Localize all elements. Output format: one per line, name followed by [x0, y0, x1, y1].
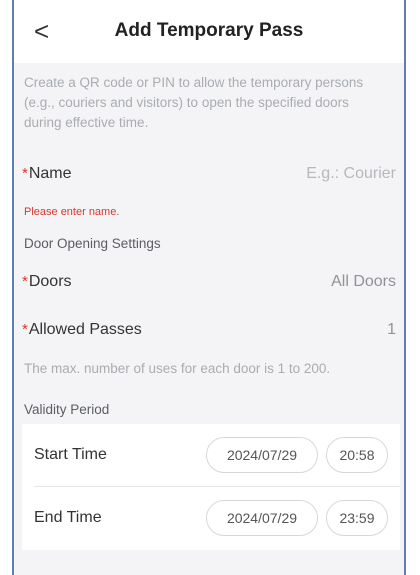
start-time-label: Start Time	[34, 446, 107, 463]
description-text: Create a QR code or PIN to allow the tem…	[24, 75, 364, 130]
allowed-passes-label-group: *Allowed Passes	[22, 321, 142, 339]
app-screen: < Add Temporary Pass Create a QR code or…	[12, 0, 406, 575]
allowed-passes-hint: The max. number of uses for each door is…	[24, 361, 331, 376]
allowed-passes-value[interactable]: 1	[387, 321, 396, 339]
validity-heading: Validity Period	[24, 402, 110, 417]
end-time-label: End Time	[34, 509, 102, 526]
required-mark: *	[22, 165, 28, 182]
end-time-pickers: 2024/07/29 23:59	[206, 500, 388, 536]
allowed-passes-row[interactable]: *Allowed Passes 1	[14, 306, 404, 354]
required-mark: *	[22, 321, 28, 338]
doors-label: Doors	[28, 273, 72, 290]
name-label-group: *Name	[22, 165, 72, 183]
header-bar: < Add Temporary Pass	[14, 0, 404, 63]
allowed-passes-label: Allowed Passes	[28, 321, 142, 338]
name-error-text: Please enter name.	[24, 206, 120, 218]
doors-value[interactable]: All Doors	[331, 273, 396, 291]
start-date-picker[interactable]: 2024/07/29	[206, 437, 318, 473]
name-label: Name	[28, 165, 72, 182]
end-date-picker[interactable]: 2024/07/29	[206, 500, 318, 536]
validity-card: Start Time 2024/07/29 20:58 End Time 202…	[22, 424, 400, 550]
doors-row[interactable]: *Doors All Doors	[14, 258, 404, 306]
name-input[interactable]: E.g.: Courier	[306, 165, 396, 183]
door-settings-heading: Door Opening Settings	[24, 236, 161, 251]
end-time-picker[interactable]: 23:59	[326, 500, 388, 536]
end-time-row: End Time 2024/07/29 23:59	[22, 487, 400, 549]
name-row[interactable]: *Name E.g.: Courier	[14, 150, 404, 198]
start-time-picker[interactable]: 20:58	[326, 437, 388, 473]
start-time-pickers: 2024/07/29 20:58	[206, 437, 388, 473]
doors-label-group: *Doors	[22, 273, 72, 291]
start-time-row: Start Time 2024/07/29 20:58	[22, 424, 400, 486]
page-title: Add Temporary Pass	[114, 20, 304, 41]
required-mark: *	[22, 273, 28, 290]
